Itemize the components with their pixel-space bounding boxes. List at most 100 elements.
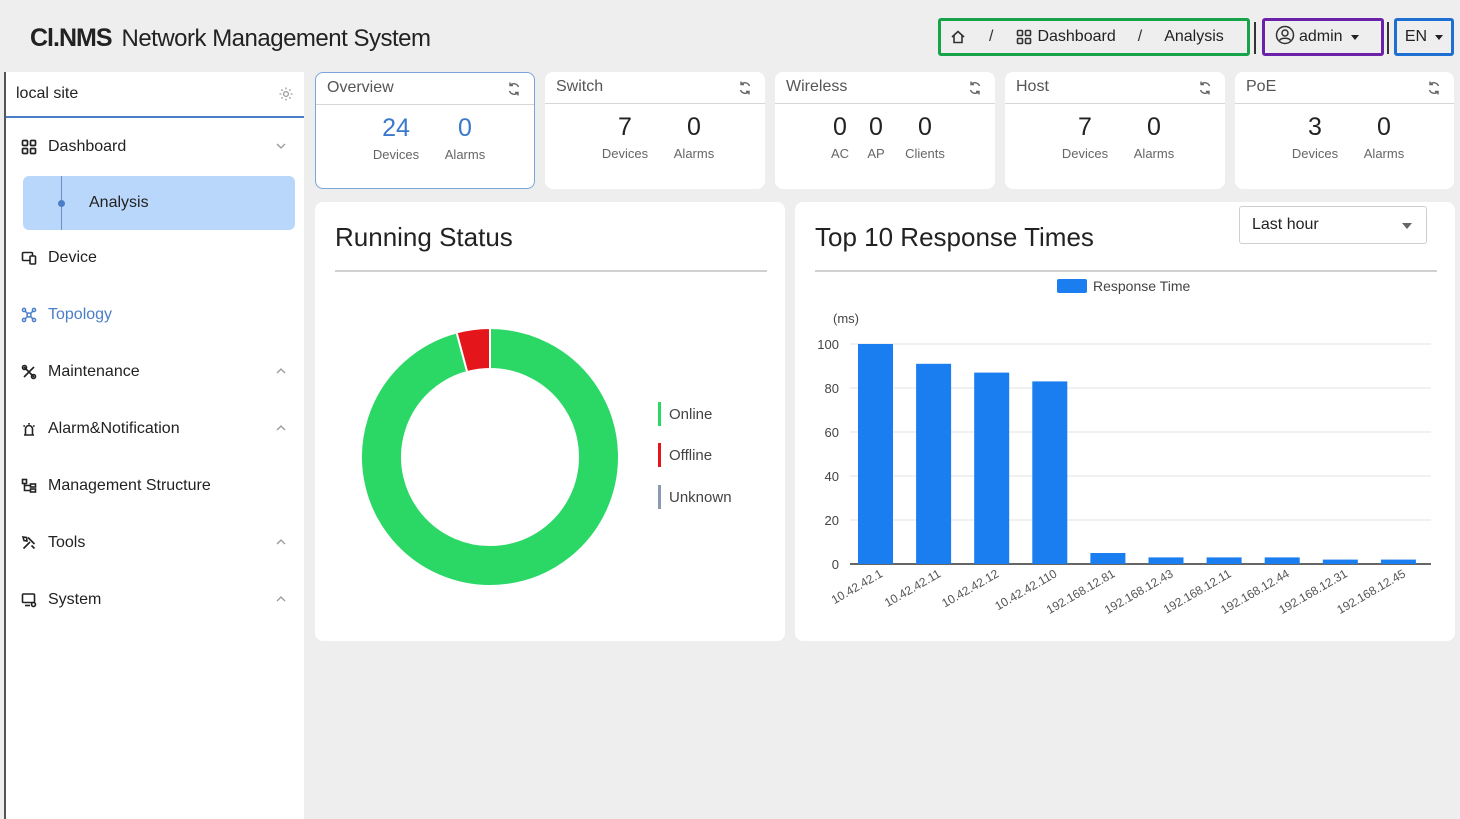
bar[interactable] [1206, 557, 1242, 564]
sidebar-item-management-structure[interactable]: Management Structure [6, 466, 304, 506]
app-title: Network Management System [121, 25, 431, 52]
bell-icon [20, 420, 38, 438]
chevron-down-icon [276, 143, 286, 149]
chart-legend[interactable]: Response Time [1057, 278, 1190, 294]
wireless-card[interactable]: Wireless 0 AC 0 AP 0 Clients [775, 72, 995, 189]
card-title: Overview [327, 79, 394, 96]
stat-value: 0 [687, 113, 701, 141]
sidebar-item-tools[interactable]: Tools [6, 523, 304, 563]
y-tick-label: 80 [825, 381, 839, 396]
stat-devices: 7 Devices [1055, 112, 1115, 161]
y-tick-label: 60 [825, 425, 839, 440]
wrench-icon [20, 363, 38, 381]
time-range-select[interactable]: Last hour [1239, 206, 1427, 244]
stat-value: 24 [382, 114, 410, 142]
sidebar: local site Dashboard Analysis Device Top… [4, 72, 304, 819]
site-name: local site [16, 85, 79, 102]
sidebar-item-label: Topology [48, 306, 113, 323]
active-dot [58, 200, 65, 207]
panel-divider [815, 270, 1437, 272]
y-axis-label: (ms) [833, 311, 859, 326]
bar[interactable] [1264, 557, 1300, 564]
sidebar-item-analysis[interactable]: Analysis [23, 176, 295, 230]
legend-swatch-online [658, 402, 661, 426]
card-title: Wireless [786, 78, 848, 95]
card-title: Host [1016, 78, 1049, 95]
bar[interactable] [1322, 559, 1358, 564]
card-divider [1005, 103, 1225, 104]
response-times-panel: Top 10 Response Times Last hour Response… [795, 202, 1455, 641]
topology-icon [20, 306, 38, 324]
legend-offline[interactable]: Offline [658, 443, 712, 467]
switch-card[interactable]: Switch 7 Devices 0 Alarms [545, 72, 765, 189]
legend-unknown[interactable]: Unknown [658, 485, 732, 509]
bar[interactable] [1090, 553, 1126, 564]
chevron-up-icon [276, 425, 286, 431]
refresh-icon[interactable] [967, 80, 983, 96]
panel-title: Top 10 Response Times [815, 222, 1094, 252]
card-divider [775, 103, 995, 104]
stat-label: Devices [1291, 146, 1339, 161]
home-icon[interactable] [949, 28, 967, 46]
legend-swatch-unknown [658, 485, 661, 509]
sidebar-item-maintenance[interactable]: Maintenance [6, 352, 304, 392]
refresh-icon[interactable] [737, 80, 753, 96]
chevron-down-icon [1402, 223, 1412, 229]
site-selector[interactable]: local site [6, 72, 304, 118]
stat-label: Devices [1061, 146, 1109, 161]
tools-icon [20, 534, 38, 552]
poe-card[interactable]: PoE 3 Devices 0 Alarms [1235, 72, 1454, 189]
overview-card[interactable]: Overview 24 Devices 0 Alarms [315, 72, 535, 189]
breadcrumb-separator: / [989, 28, 994, 45]
legend-online[interactable]: Online [658, 402, 712, 426]
refresh-icon[interactable] [1197, 80, 1213, 96]
sidebar-item-topology[interactable]: Topology [6, 295, 304, 335]
response-time-bar-chart: (ms) 0 20 40 60 80 100 10.42.42.110.42.42.1110.… [817, 311, 1431, 617]
bar[interactable] [1148, 557, 1184, 564]
breadcrumb-current: Analysis [1164, 28, 1224, 45]
y-tick-label: 100 [817, 337, 839, 352]
user-menu-button[interactable]: admin [1262, 18, 1384, 56]
y-tick-label: 20 [825, 513, 839, 528]
stat-value: 7 [618, 113, 632, 141]
bar[interactable] [916, 363, 952, 564]
gear-icon[interactable] [278, 86, 294, 102]
legend-swatch-offline [658, 443, 661, 467]
host-card[interactable]: Host 7 Devices 0 Alarms [1005, 72, 1225, 189]
stat-value: 0 [458, 114, 472, 142]
stat-label: Devices [372, 147, 420, 162]
breadcrumb-dashboard-label: Dashboard [1037, 28, 1116, 45]
time-range-value: Last hour [1252, 216, 1319, 233]
bar[interactable] [1380, 559, 1416, 564]
stat-label: Alarms [673, 146, 715, 161]
stat-alarms: 0 Alarms [1124, 112, 1184, 161]
bar[interactable] [974, 372, 1010, 564]
stat-value: 3 [1308, 113, 1322, 141]
card-divider [316, 104, 534, 105]
breadcrumb-dashboard[interactable]: Dashboard [1015, 28, 1116, 46]
sidebar-item-system[interactable]: System [6, 580, 304, 620]
legend-label: Offline [669, 446, 713, 464]
legend-label: Response Time [1093, 278, 1191, 294]
legend-label: Online [669, 405, 713, 423]
sidebar-item-alarm-notification[interactable]: Alarm&Notification [6, 409, 304, 449]
panel-title: Running Status [335, 222, 513, 252]
language-label: EN [1404, 28, 1428, 45]
sidebar-item-dashboard[interactable]: Dashboard [6, 127, 304, 167]
structure-icon [20, 477, 38, 495]
panel-divider [335, 270, 767, 272]
bar[interactable] [1032, 381, 1068, 564]
sidebar-item-label: Maintenance [48, 363, 140, 380]
bar[interactable] [858, 344, 893, 564]
chevron-down-icon [1435, 34, 1444, 40]
stat-devices: 3 Devices [1285, 112, 1345, 161]
card-divider [1235, 103, 1454, 104]
brand-logo: Cl.NMS [30, 24, 112, 52]
card-divider [545, 103, 765, 104]
stat-label: Alarms [1363, 146, 1405, 161]
language-menu-button[interactable]: EN [1394, 18, 1454, 56]
sidebar-item-device[interactable]: Device [6, 238, 304, 278]
refresh-icon[interactable] [506, 81, 522, 97]
stat-value: 7 [1078, 113, 1092, 141]
refresh-icon[interactable] [1426, 80, 1442, 96]
